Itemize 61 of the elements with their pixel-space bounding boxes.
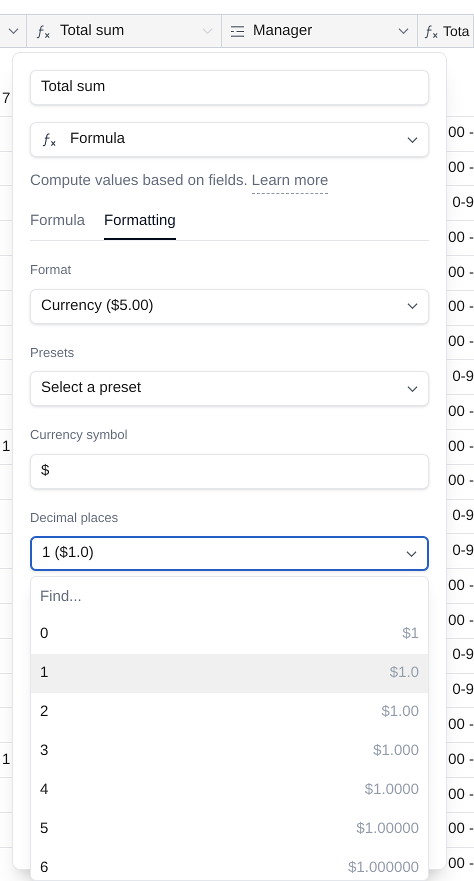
tab[interactable]: Formula [30, 210, 86, 240]
table-cell-text: 00 - [448, 297, 474, 318]
field-label: Currency symbol [30, 426, 129, 444]
table-cell-text: 00 - [448, 784, 474, 805]
field-label: Presets [30, 344, 76, 362]
search-field[interactable]: Find... [31, 577, 428, 615]
column-header[interactable]: Manager [222, 15, 418, 47]
table-cell-text: 00 - [448, 854, 474, 874]
dropdown-option[interactable]: 6 $1.000000 [31, 849, 428, 880]
dropdown-option[interactable]: 3 $1.000 [31, 732, 428, 771]
table-cell-text: 0-9 [452, 645, 474, 666]
function-icon [41, 132, 58, 147]
table-cell-text: 00 - [448, 750, 474, 770]
chevron-down-icon [8, 27, 19, 35]
select-field[interactable]: 1 ($1.0) [30, 536, 429, 571]
table-cell-text: 00 - [448, 471, 474, 492]
table-cell: 1 [2, 750, 10, 768]
table-cell-text: 0-9 [452, 541, 474, 561]
dropdown-option[interactable]: 5 $1.00000 [31, 810, 428, 849]
column-header[interactable]: Total sum [27, 15, 222, 47]
table-cell-text: 0-9 [452, 193, 474, 214]
dropdown-option[interactable]: 0 $1 [31, 615, 428, 654]
learn-more-link[interactable]: Learn more [252, 170, 328, 194]
chevron-down-icon [202, 27, 213, 35]
table-cell-text: 00 - [448, 402, 474, 422]
field-label: Decimal places [30, 508, 120, 527]
function-icon [35, 24, 52, 38]
table-cell-text: 00 - [448, 158, 474, 178]
description-text: Compute values based on fields. [30, 171, 248, 191]
lines-icon [230, 24, 245, 38]
table-cell-text: 0-9 [452, 367, 474, 388]
table-cell-text: 00 - [448, 610, 474, 631]
dropdown-option[interactable]: 1 $1.0 [31, 654, 428, 693]
field-label: Format [30, 261, 72, 279]
input-field[interactable]: $ [30, 454, 429, 488]
table-cell-text: 00 - [448, 819, 474, 840]
field-type-select[interactable]: Formula [30, 122, 429, 157]
chevron-down-icon [406, 550, 417, 558]
function-icon [423, 24, 440, 38]
table-cell-text: 00 - [448, 332, 474, 352]
dropdown-option[interactable]: 4 $1.0000 [31, 771, 428, 810]
table-cell-text: 00 - [448, 576, 474, 596]
table-cell-text: 0-9 [452, 506, 474, 526]
field-name-input[interactable]: Total sum [30, 70, 429, 105]
chevron-down-icon [407, 302, 418, 310]
tab[interactable]: Formatting [104, 210, 176, 240]
table-cell: 1 [2, 438, 10, 455]
table-cell: 7 [2, 90, 10, 107]
select-field[interactable]: Select a preset [30, 371, 429, 406]
table-cell-text: 00 - [448, 714, 474, 735]
table-cell-text: 00 - [448, 262, 474, 283]
table-cell-text: 0-9 [452, 680, 474, 700]
select-field[interactable]: Currency ($5.00) [30, 288, 429, 324]
chevron-down-icon [407, 136, 418, 144]
table-cell-text: 00 - [448, 228, 474, 248]
column-header[interactable]: Tota [418, 15, 474, 47]
table-cell-text: 00 - [448, 123, 474, 144]
table-cell-text: 00 - [448, 436, 474, 457]
dropdown-option[interactable]: 2 $1.00 [31, 693, 428, 732]
chevron-down-icon [407, 384, 418, 392]
chevron-down-icon [398, 27, 409, 35]
